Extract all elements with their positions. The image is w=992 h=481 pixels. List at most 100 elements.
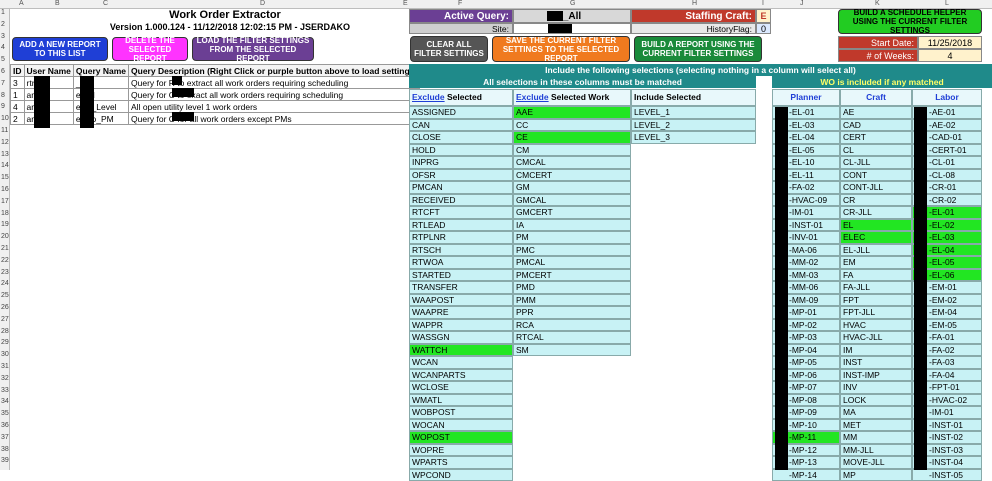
craft-item[interactable]: INST-IMP bbox=[840, 369, 912, 382]
exclude-worktype-toggle[interactable]: Exclude bbox=[516, 92, 549, 102]
worktype-item[interactable]: CE bbox=[513, 131, 631, 144]
start-date-value[interactable]: 11/25/2018 bbox=[918, 36, 982, 49]
craft-item[interactable]: INV bbox=[840, 381, 912, 394]
worktype-item[interactable]: CMCAL bbox=[513, 156, 631, 169]
craft-item[interactable]: CR-JLL bbox=[840, 206, 912, 219]
craft-item[interactable]: CONT bbox=[840, 169, 912, 182]
craft-item[interactable]: CL bbox=[840, 144, 912, 157]
status-item[interactable]: INPRG bbox=[409, 156, 513, 169]
clear-filter-button[interactable]: CLEAR ALL FILTER SETTINGS bbox=[410, 36, 488, 62]
worktype-item[interactable]: PMCAL bbox=[513, 256, 631, 269]
classification-item[interactable]: LEVEL_2 bbox=[631, 119, 756, 132]
add-report-button[interactable]: ADD A NEW REPORT TO THIS LIST bbox=[12, 37, 108, 61]
craft-item[interactable]: CL-JLL bbox=[840, 156, 912, 169]
craft-item[interactable]: HVAC bbox=[840, 319, 912, 332]
worktype-item[interactable]: GMCERT bbox=[513, 206, 631, 219]
build-report-button[interactable]: BUILD A REPORT USING THE CURRENT FILTER … bbox=[634, 36, 762, 62]
table-row[interactable]: 1 amph e_All Query for C to exact all wo… bbox=[11, 89, 420, 101]
status-item[interactable]: WOCAN bbox=[409, 419, 513, 432]
craft-item[interactable]: CAD bbox=[840, 119, 912, 132]
status-item[interactable]: RTPLNR bbox=[409, 231, 513, 244]
status-item[interactable]: WAAPOST bbox=[409, 294, 513, 307]
craft-item[interactable]: EM bbox=[840, 256, 912, 269]
status-item[interactable]: STARTED bbox=[409, 269, 513, 282]
worktype-item[interactable]: CMCERT bbox=[513, 169, 631, 182]
worktype-item[interactable]: RCA bbox=[513, 319, 631, 332]
status-item[interactable]: WAAPRE bbox=[409, 306, 513, 319]
status-item[interactable]: PMCAN bbox=[409, 181, 513, 194]
craft-item[interactable]: MP bbox=[840, 469, 912, 481]
craft-item[interactable]: FPT bbox=[840, 294, 912, 307]
table-row[interactable]: 3 rtr _All Query for R to extract all wo… bbox=[11, 77, 420, 89]
craft-item[interactable]: IM bbox=[840, 344, 912, 357]
planner-item[interactable]: -MP-14 bbox=[772, 469, 840, 481]
worktype-item[interactable]: PMD bbox=[513, 281, 631, 294]
worktype-item[interactable]: IA bbox=[513, 219, 631, 232]
status-item[interactable]: WATTCH bbox=[409, 344, 513, 357]
delete-report-button[interactable]: DELETE THE SELECTED REPORT bbox=[112, 37, 188, 61]
craft-item[interactable]: CONT-JLL bbox=[840, 181, 912, 194]
status-item[interactable]: RTWOA bbox=[409, 256, 513, 269]
staffing-craft-value[interactable]: E bbox=[756, 9, 771, 23]
status-item[interactable]: TRANSFER bbox=[409, 281, 513, 294]
craft-item[interactable]: MA bbox=[840, 406, 912, 419]
status-item[interactable]: OFSR bbox=[409, 169, 513, 182]
site-value[interactable] bbox=[513, 23, 631, 34]
status-item[interactable]: HOLD bbox=[409, 144, 513, 157]
status-item[interactable]: WASSGN bbox=[409, 331, 513, 344]
status-item[interactable]: RECEIVED bbox=[409, 194, 513, 207]
craft-item[interactable]: ELEC bbox=[840, 231, 912, 244]
table-row[interactable]: 4 amph e_C_Level All open utility level … bbox=[11, 101, 420, 113]
classification-item[interactable]: LEVEL_1 bbox=[631, 106, 756, 119]
weeks-value[interactable]: 4 bbox=[918, 49, 982, 62]
craft-item[interactable]: LOCK bbox=[840, 394, 912, 407]
history-flag-value[interactable]: 0 bbox=[756, 23, 771, 34]
status-item[interactable]: WOBPOST bbox=[409, 406, 513, 419]
worktype-item[interactable]: RTCAL bbox=[513, 331, 631, 344]
craft-item[interactable]: MM bbox=[840, 431, 912, 444]
craft-item[interactable]: EL bbox=[840, 219, 912, 232]
load-filter-button[interactable]: LOAD THE FILTER SETTINGS FROM THE SELECT… bbox=[192, 37, 314, 61]
status-item[interactable]: WCANPARTS bbox=[409, 369, 513, 382]
status-item[interactable]: WMATL bbox=[409, 394, 513, 407]
worktype-item[interactable]: PMCERT bbox=[513, 269, 631, 282]
worktype-item[interactable]: PPR bbox=[513, 306, 631, 319]
status-item[interactable]: CLOSE bbox=[409, 131, 513, 144]
worktype-item[interactable]: GM bbox=[513, 181, 631, 194]
craft-item[interactable]: FA bbox=[840, 269, 912, 282]
active-query-value[interactable]: _All bbox=[513, 9, 631, 23]
exclude-status-toggle[interactable]: Exclude bbox=[412, 92, 445, 102]
craft-item[interactable]: EL-JLL bbox=[840, 244, 912, 257]
craft-item[interactable]: MET bbox=[840, 419, 912, 432]
craft-item[interactable]: FA-JLL bbox=[840, 281, 912, 294]
status-item[interactable]: RTSCH bbox=[409, 244, 513, 257]
save-filter-button[interactable]: SAVE THE CURRENT FILTER SETTINGS TO THE … bbox=[492, 36, 630, 62]
craft-item[interactable]: INST bbox=[840, 356, 912, 369]
classification-item[interactable]: LEVEL_3 bbox=[631, 131, 756, 144]
craft-item[interactable]: AE bbox=[840, 106, 912, 119]
worktype-item[interactable]: AAE bbox=[513, 106, 631, 119]
worktype-item[interactable]: PMM bbox=[513, 294, 631, 307]
status-item[interactable]: RTCFT bbox=[409, 206, 513, 219]
labor-item[interactable]: -INST-05 bbox=[912, 469, 982, 481]
worktype-item[interactable]: CC bbox=[513, 119, 631, 132]
status-item[interactable]: WAPPR bbox=[409, 319, 513, 332]
status-item[interactable]: CAN bbox=[409, 119, 513, 132]
status-item[interactable]: WPCOND bbox=[409, 469, 513, 481]
table-row[interactable]: 2 amph e_No_PM Query for C for all work … bbox=[11, 113, 420, 125]
status-item[interactable]: WOPOST bbox=[409, 431, 513, 444]
status-item[interactable]: WPARTS bbox=[409, 456, 513, 469]
craft-item[interactable]: FPT-JLL bbox=[840, 306, 912, 319]
worktype-item[interactable]: GMCAL bbox=[513, 194, 631, 207]
status-item[interactable]: WCAN bbox=[409, 356, 513, 369]
craft-item[interactable]: CERT bbox=[840, 131, 912, 144]
craft-item[interactable]: MOVE-JLL bbox=[840, 456, 912, 469]
status-item[interactable]: RTLEAD bbox=[409, 219, 513, 232]
craft-item[interactable]: HVAC-JLL bbox=[840, 331, 912, 344]
status-item[interactable]: WOPRE bbox=[409, 444, 513, 457]
worktype-item[interactable]: PM bbox=[513, 231, 631, 244]
status-item[interactable]: ASSIGNED bbox=[409, 106, 513, 119]
worktype-item[interactable]: CM bbox=[513, 144, 631, 157]
worktype-item[interactable]: SM bbox=[513, 344, 631, 357]
worktype-item[interactable]: PMC bbox=[513, 244, 631, 257]
